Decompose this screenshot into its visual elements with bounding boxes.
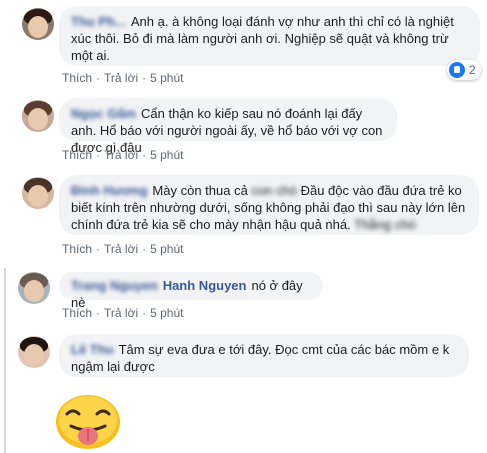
comment-bubble: Trang Nguyen Hanh Nguyen nó ở đây nè: [59, 272, 323, 310]
timestamp[interactable]: 5 phút: [150, 71, 183, 85]
tongue-emoji-sticker: [56, 395, 120, 449]
like-link[interactable]: Thích: [62, 71, 92, 85]
reply-link[interactable]: Trả lời: [104, 306, 138, 320]
commenter-name-hidden[interactable]: Trang Nguyen: [71, 278, 158, 293]
comment-text: Anh ạ. à không loại đánh vợ như anh thì …: [71, 14, 454, 63]
comment-actions: Thích · Trả lời · 5 phút: [62, 71, 184, 85]
reply-thread-line: [4, 268, 6, 453]
avatar[interactable]: [18, 336, 50, 368]
comment-text: Tâm sự eva đưa e tới đây. Đọc cmt của cá…: [71, 342, 450, 374]
timestamp[interactable]: 5 phút: [150, 148, 183, 162]
tagged-name[interactable]: Hanh Nguyen: [163, 278, 247, 293]
reply-link[interactable]: Trả lời: [104, 148, 138, 162]
comment-bubble: Lê Thu Tâm sự eva đưa e tới đây. Đọc cmt …: [59, 334, 469, 377]
comment-bubble: Thu Ph... Anh ạ. à không loại đánh vợ như…: [59, 6, 480, 66]
redacted-word: con chó: [251, 183, 297, 198]
like-link[interactable]: Thích: [62, 148, 92, 162]
comment-bubble: Đinh Hương Mày còn thua cả con chó Đầu độ…: [59, 175, 479, 235]
timestamp[interactable]: 5 phút: [150, 242, 183, 256]
reply-link[interactable]: Trả lời: [104, 242, 138, 256]
reaction-count[interactable]: 2: [447, 60, 481, 80]
avatar[interactable]: [18, 272, 50, 304]
reply-link[interactable]: Trả lời: [104, 71, 138, 85]
like-link[interactable]: Thích: [62, 242, 92, 256]
comment-actions: Thích · Trả lời · 5 phút: [62, 306, 184, 320]
comment-actions: Thích · Trả lời · 5 phút: [62, 148, 184, 162]
timestamp[interactable]: 5 phút: [150, 306, 183, 320]
commenter-name[interactable]: Đinh Hương: [71, 183, 147, 198]
comment-text-part: Mày còn thua cả: [152, 183, 252, 198]
comment-actions: Thích · Trả lời · 5 phút: [62, 242, 184, 256]
commenter-name[interactable]: Ngọc Gấm: [71, 106, 136, 121]
comment-bubble: Ngọc Gấm Cẩn thận ko kiếp sau nó đoánh lạ…: [59, 98, 397, 155]
redacted-word: Thằng chó: [354, 217, 416, 232]
avatar[interactable]: [22, 100, 54, 132]
like-reaction-icon: [449, 62, 465, 78]
avatar[interactable]: [22, 8, 54, 40]
avatar[interactable]: [22, 177, 54, 209]
commenter-name[interactable]: Thu Ph...: [71, 14, 126, 29]
commenter-name[interactable]: Lê Thu: [71, 342, 114, 357]
like-link[interactable]: Thích: [62, 306, 92, 320]
